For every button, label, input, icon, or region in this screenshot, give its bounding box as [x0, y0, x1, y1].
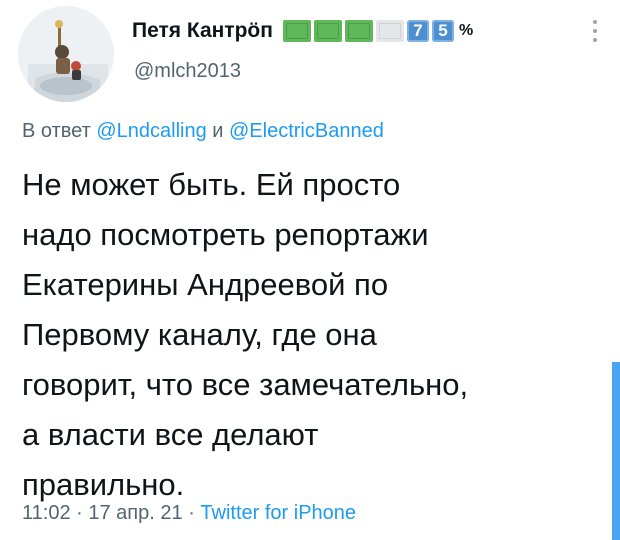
battery-empty-icon	[375, 20, 404, 42]
reply-context: В ответ @Lndcalling и @ElectricBanned	[22, 120, 384, 143]
tweet-time[interactable]: 11:02	[22, 502, 71, 524]
tweet-line: Первому каналу, где она	[22, 317, 377, 352]
tweet-metadata: 11:02 · 17 апр. 21 · Twitter for iPhone	[22, 502, 356, 525]
author-name-row[interactable]: Петя Кантрöп 7 5 %	[132, 16, 473, 46]
battery-full-icon	[344, 20, 373, 42]
meta-separator: ·	[188, 502, 195, 524]
tweet-body: Не может быть. Ей просто надо посмотреть…	[22, 160, 602, 510]
scrollbar-thumb[interactable]	[612, 362, 620, 540]
reply-conjunction: и	[212, 120, 224, 142]
battery-emoji-bar: 7 5 %	[282, 20, 474, 42]
keycap-digit-icon: 7	[406, 20, 429, 42]
tweet-line: Не может быть. Ей просто	[22, 167, 401, 202]
tweet-date[interactable]: 17 апр. 21	[88, 502, 182, 524]
tweet-line: Екатерины Андреевой по	[22, 267, 389, 302]
author-handle[interactable]: @mlch2013	[134, 60, 241, 83]
battery-full-icon	[282, 20, 311, 42]
author-display-name[interactable]: Петя Кантрöп	[132, 19, 273, 43]
more-options-icon[interactable]	[588, 16, 602, 46]
meta-separator: ·	[76, 502, 83, 524]
percent-sign: %	[458, 22, 474, 39]
reply-prefix: В ответ	[22, 120, 91, 142]
avatar-photo-icon	[18, 6, 114, 102]
keycap-digit-icon: 5	[431, 20, 454, 42]
mention-link[interactable]: @ElectricBanned	[229, 120, 384, 142]
tweet-source-link[interactable]: Twitter for iPhone	[200, 502, 356, 524]
tweet-line: надо посмотреть репортажи	[22, 217, 429, 252]
battery-full-icon	[313, 20, 342, 42]
mention-link[interactable]: @Lndcalling	[96, 120, 206, 142]
tweet-line: а власти все делают	[22, 417, 319, 452]
tweet-line: говорит, что все замечательно,	[22, 367, 469, 402]
author-avatar[interactable]	[18, 6, 114, 102]
